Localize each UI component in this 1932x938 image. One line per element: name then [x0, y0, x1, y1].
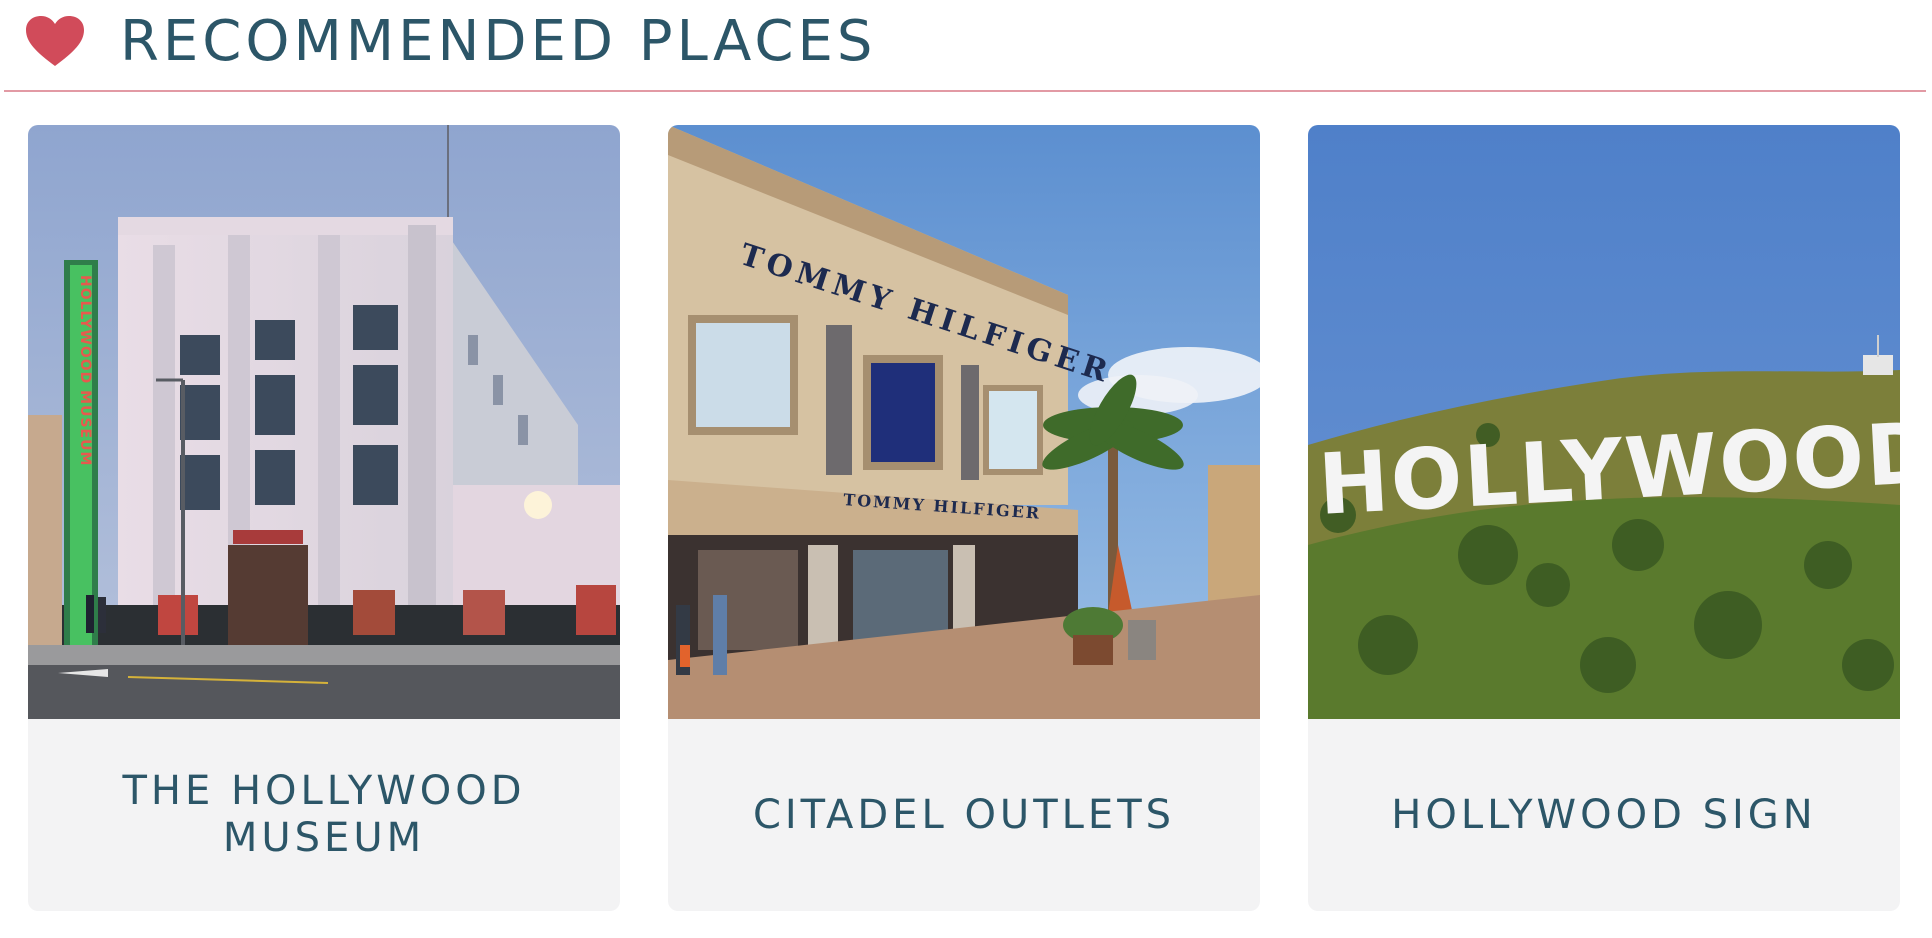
header-divider	[4, 90, 1926, 92]
place-card-hollywood-museum[interactable]: HOLLYWOOD MUSEUM THE HOLLYWOOD MUSEUM	[28, 125, 620, 911]
place-card-hollywood-sign[interactable]: HOLLYWOOD HOLLYWOOD SIGN	[1308, 125, 1900, 911]
museum-neon-sign: HOLLYWOOD MUSEUM	[77, 275, 93, 466]
place-image-hollywood-sign[interactable]: HOLLYWOOD	[1308, 125, 1900, 719]
place-card-citadel-outlets[interactable]: TOMMY HILFIGER TOMMY HILFIGER CITADEL OU…	[668, 125, 1260, 911]
place-caption-hollywood-sign[interactable]: HOLLYWOOD SIGN	[1308, 719, 1900, 911]
page-title: RECOMMENDED PLACES	[120, 9, 877, 74]
place-image-citadel-outlets[interactable]: TOMMY HILFIGER TOMMY HILFIGER	[668, 125, 1260, 719]
place-caption-citadel-outlets[interactable]: CITADEL OUTLETS	[668, 719, 1260, 911]
place-caption-hollywood-museum[interactable]: THE HOLLYWOOD MUSEUM	[28, 719, 620, 911]
heart-icon	[26, 16, 84, 66]
place-image-hollywood-museum[interactable]: HOLLYWOOD MUSEUM	[28, 125, 620, 719]
section-header: RECOMMENDED PLACES	[0, 0, 1932, 92]
place-name[interactable]: HOLLYWOOD SIGN	[1351, 792, 1856, 839]
place-name[interactable]: CITADEL OUTLETS	[713, 792, 1215, 839]
place-name[interactable]: THE HOLLYWOOD MUSEUM	[82, 768, 565, 862]
